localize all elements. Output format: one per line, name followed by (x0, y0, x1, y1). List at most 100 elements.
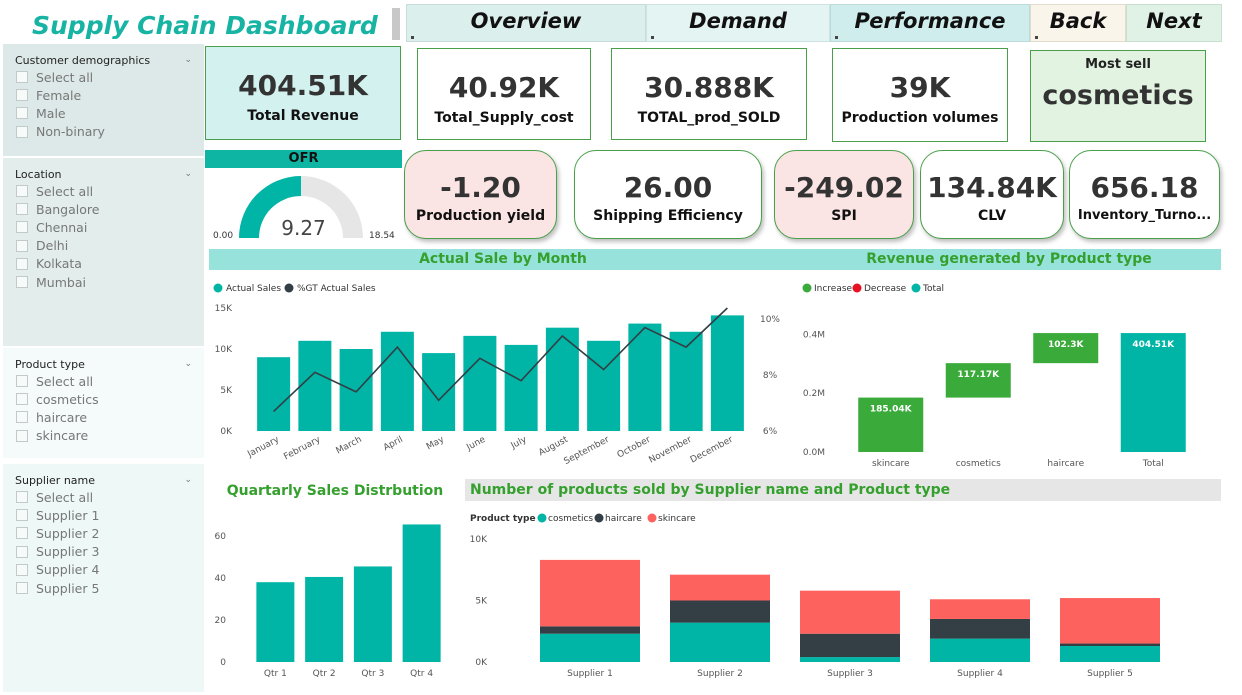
customer-option-female[interactable]: Female (16, 86, 192, 104)
nav-performance-label: Performance (854, 9, 1006, 33)
title-divider (392, 8, 400, 40)
back-button[interactable]: Back (1030, 4, 1126, 42)
supplier-option-1[interactable]: Supplier 1 (16, 506, 192, 524)
y-tick-label: 0.2M (803, 389, 825, 399)
customer-slicer-header[interactable]: Customer demographics ⌄ (15, 52, 192, 68)
location-slicer-header[interactable]: Location ⌄ (15, 166, 192, 182)
x-tick-label: Supplier 2 (697, 669, 743, 679)
x-tick-label: January (245, 435, 281, 461)
checkbox[interactable] (16, 411, 28, 424)
next-button[interactable]: Next (1126, 4, 1222, 42)
inventory-turnover-value: 656.18 (1090, 171, 1199, 204)
x-tick-label: Qtr 1 (264, 669, 287, 679)
y-tick-label: 15K (215, 304, 233, 314)
chevron-down-icon[interactable]: ⌄ (184, 475, 192, 485)
checkbox[interactable] (16, 257, 28, 270)
nav-overview-button[interactable]: Overview (406, 4, 646, 42)
production-volumes-label: Production volumes (841, 110, 999, 126)
nav-demand-button[interactable]: Demand (646, 4, 830, 42)
bar (710, 315, 744, 431)
chevron-down-icon[interactable]: ⌄ (184, 359, 192, 369)
supplier-option-2[interactable]: Supplier 2 (16, 524, 192, 542)
supplier-option-3[interactable]: Supplier 3 (16, 543, 192, 561)
option-label: Non-binary (36, 124, 105, 140)
stacked-bar-segment (1060, 598, 1160, 644)
legend-marker (284, 283, 294, 293)
stacked-bar-segment (930, 618, 1030, 639)
clv-value: 134.84K (927, 171, 1057, 204)
x-tick-label: December (689, 435, 735, 466)
chevron-down-icon[interactable]: ⌄ (184, 169, 192, 179)
customer-option-nonbinary[interactable]: Non-binary (16, 123, 192, 141)
checkbox[interactable] (16, 582, 28, 595)
checkbox[interactable] (16, 429, 28, 442)
products-sold-card: 30.888K TOTAL_prod_SOLD (611, 48, 807, 140)
supplier-option-all[interactable]: Select all (16, 488, 192, 506)
option-label: Supplier 4 (36, 562, 100, 578)
checkbox[interactable] (16, 393, 28, 406)
x-tick-label: June (464, 435, 487, 454)
x-tick-label: Qtr 2 (313, 669, 336, 679)
x-tick-label: Supplier 4 (957, 669, 1003, 679)
checkbox[interactable] (16, 125, 28, 138)
option-label: Select all (36, 489, 94, 505)
stacked-bar-segment (930, 638, 1030, 662)
product-slicer-header[interactable]: Product type ⌄ (15, 356, 192, 372)
supplier-slicer: Supplier name ⌄ Select all Supplier 1 Sup… (3, 464, 204, 692)
checkbox[interactable] (16, 221, 28, 234)
supplier-slicer-header[interactable]: Supplier name ⌄ (15, 472, 192, 488)
legend-marker (537, 513, 547, 523)
checkbox[interactable] (16, 107, 28, 120)
supply-cost-value: 40.92K (448, 71, 560, 104)
location-option-mumbai[interactable]: Mumbai (16, 273, 192, 291)
location-option-kolkata[interactable]: Kolkata (16, 255, 192, 273)
product-option-skincare[interactable]: skincare (16, 427, 192, 445)
x-tick-label: April (382, 435, 405, 453)
location-option-all[interactable]: Select all (16, 182, 192, 200)
checkbox[interactable] (16, 276, 28, 289)
supplier-option-4[interactable]: Supplier 4 (16, 561, 192, 579)
checkbox[interactable] (16, 509, 28, 522)
dashboard-title: Supply Chain Dashboard (32, 11, 378, 40)
product-option-haircare[interactable]: haircare (16, 408, 192, 426)
stacked-bar-segment (800, 633, 900, 658)
location-slicer-title: Location (15, 167, 62, 181)
supplier-option-5[interactable]: Supplier 5 (16, 579, 192, 597)
bar (402, 524, 441, 662)
production-yield-card: -1.20 Production yield (404, 150, 557, 239)
product-option-cosmetics[interactable]: cosmetics (16, 390, 192, 408)
checkbox[interactable] (16, 545, 28, 558)
stacked-bar-segment (670, 622, 770, 662)
checkbox[interactable] (16, 239, 28, 252)
bar (463, 335, 497, 431)
location-option-chennai[interactable]: Chennai (16, 218, 192, 236)
customer-option-all[interactable]: Select all (16, 68, 192, 86)
revenue-waterfall-chart: Increase Decrease Total 0.0M 0.2M 0.4M 185.04K… (802, 283, 1186, 469)
option-label: Kolkata (36, 256, 82, 272)
next-label: Next (1146, 9, 1202, 33)
chevron-down-icon[interactable]: ⌄ (184, 55, 192, 65)
location-option-delhi[interactable]: Delhi (16, 237, 192, 255)
checkbox[interactable] (16, 527, 28, 540)
location-option-bangalore[interactable]: Bangalore (16, 200, 192, 218)
product-option-all[interactable]: Select all (16, 372, 192, 390)
data-label: 102.3K (1048, 340, 1084, 350)
checkbox[interactable] (16, 185, 28, 198)
checkbox[interactable] (16, 89, 28, 102)
checkbox[interactable] (16, 375, 28, 388)
option-label: Supplier 1 (36, 507, 100, 523)
clv-card: 134.84K CLV (920, 150, 1064, 239)
production-volumes-card: 39K Production volumes (832, 48, 1008, 142)
most-sell-value: cosmetics (1042, 80, 1194, 111)
customer-option-male[interactable]: Male (16, 104, 192, 122)
checkbox[interactable] (16, 491, 28, 504)
total-revenue-value: 404.51K (238, 69, 368, 102)
stacked-bar-segment (1060, 646, 1160, 662)
checkbox[interactable] (16, 203, 28, 216)
checkbox[interactable] (16, 563, 28, 576)
legend-marker (594, 513, 604, 523)
legend-marker (647, 513, 657, 523)
checkbox[interactable] (16, 71, 28, 84)
nav-performance-button[interactable]: Performance (830, 4, 1030, 42)
product-slicer: Product type ⌄ Select all cosmetics hairc… (3, 348, 204, 458)
